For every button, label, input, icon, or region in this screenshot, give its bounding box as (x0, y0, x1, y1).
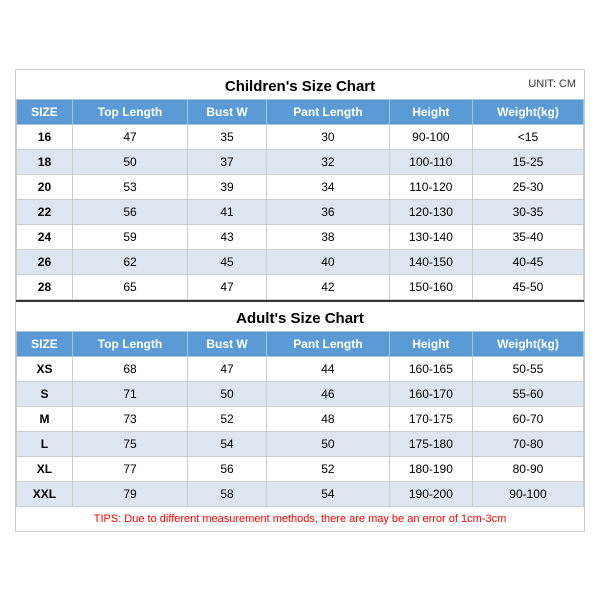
children-header-row: SIZE Top Length Bust W Pant Length Heigh… (17, 99, 584, 124)
adult-header-height: Height (389, 331, 472, 356)
adult-section-title: Adult's Size Chart (16, 300, 584, 331)
table-row: 18503732100-11015-25 (17, 149, 584, 174)
table-row: XXL795854190-20090-100 (17, 481, 584, 506)
table-row: 24594338130-14035-40 (17, 224, 584, 249)
children-header-weight: Weight(kg) (472, 99, 583, 124)
children-title-text: Children's Size Chart (225, 78, 375, 95)
adult-header-pant-length: Pant Length (266, 331, 389, 356)
table-row: 28654742150-16045-50 (17, 274, 584, 299)
size-chart-container: Children's Size Chart UNIT: CM SIZE Top … (15, 69, 585, 532)
children-header-top-length: Top Length (72, 99, 187, 124)
adult-header-top-length: Top Length (72, 331, 187, 356)
adult-title-text: Adult's Size Chart (236, 310, 364, 327)
table-row: L755450175-18070-80 (17, 431, 584, 456)
table-row: S715046160-17055-60 (17, 381, 584, 406)
children-header-size: SIZE (17, 99, 73, 124)
adult-header-bust-w: Bust W (188, 331, 267, 356)
adult-header-row: SIZE Top Length Bust W Pant Length Heigh… (17, 331, 584, 356)
table-row: 26624540140-15040-45 (17, 249, 584, 274)
children-header-height: Height (389, 99, 472, 124)
children-section-title: Children's Size Chart UNIT: CM (16, 70, 584, 99)
adult-header-size: SIZE (17, 331, 73, 356)
unit-label: UNIT: CM (528, 78, 576, 90)
table-row: XS684744160-16550-55 (17, 356, 584, 381)
table-row: 1647353090-100<15 (17, 124, 584, 149)
adult-header-weight: Weight(kg) (472, 331, 583, 356)
tips-text: TIPS: Due to different measurement metho… (16, 507, 584, 531)
children-header-bust-w: Bust W (188, 99, 267, 124)
table-row: XL775652180-19080-90 (17, 456, 584, 481)
table-row: 20533934110-12025-30 (17, 174, 584, 199)
children-header-pant-length: Pant Length (266, 99, 389, 124)
children-table: SIZE Top Length Bust W Pant Length Heigh… (16, 99, 584, 300)
table-row: M735248170-17560-70 (17, 406, 584, 431)
adult-table: SIZE Top Length Bust W Pant Length Heigh… (16, 331, 584, 507)
table-row: 22564136120-13030-35 (17, 199, 584, 224)
